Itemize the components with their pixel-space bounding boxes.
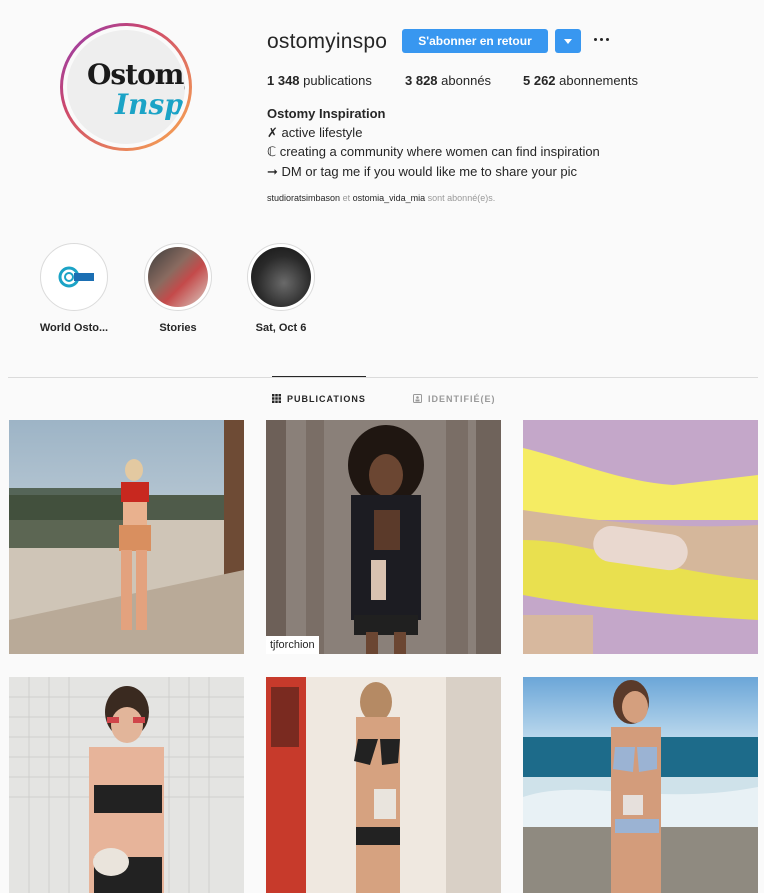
stat-followers[interactable]: 3 828 abonnés: [405, 73, 491, 88]
posts-count: 1 348: [267, 73, 300, 88]
followers-label: abonnés: [441, 73, 492, 88]
avatar-logo-subtext: Inspo: [115, 88, 185, 121]
highlight-label: Stories: [159, 322, 197, 334]
stat-following[interactable]: 5 262 abonnements: [523, 73, 638, 88]
world-ostomy-logo: [58, 266, 94, 288]
post-tile[interactable]: [266, 677, 501, 893]
highlight-stories[interactable]: Stories: [143, 243, 213, 334]
following-label: abonnements: [559, 73, 638, 88]
tab-tagged[interactable]: IDENTIFIÉ(E): [413, 394, 496, 404]
tagged-icon: [413, 394, 422, 403]
highlight-world-ostomy[interactable]: World Osto...: [39, 243, 109, 334]
suggestions-dropdown-button[interactable]: [555, 29, 581, 53]
post-image: [9, 420, 244, 654]
profile-username: ostomyinspo: [267, 30, 388, 53]
followed-by-user-1[interactable]: studioratsimbason: [267, 193, 340, 203]
post-image: [266, 677, 501, 893]
highlight-label: Sat, Oct 6: [255, 322, 307, 334]
followed-by-user-2[interactable]: ostomia_vida_mia: [353, 193, 426, 203]
post-tag: tjforchion: [266, 636, 319, 654]
avatar-logo-text: Ostomy: [87, 58, 185, 91]
bio-line-2: ℂ creating a community where women can f…: [267, 144, 600, 159]
following-count: 5 262: [523, 73, 556, 88]
posts-label: publications: [303, 73, 372, 88]
followers-count: 3 828: [405, 73, 438, 88]
post-tile[interactable]: tjforchion: [266, 420, 501, 654]
more-options-icon[interactable]: [592, 28, 612, 48]
stat-posts: 1 348 publications: [267, 73, 372, 88]
tabs-divider: [8, 377, 758, 378]
chevron-down-icon: [564, 39, 572, 44]
bio-line-3: ➞ DM or tag me if you would like me to s…: [267, 164, 578, 179]
tab-publications-label: PUBLICATIONS: [287, 394, 366, 404]
post-image: [266, 420, 501, 654]
bio-full-name: Ostomy Inspiration: [267, 106, 386, 121]
post-tile[interactable]: [9, 677, 244, 893]
tab-publications[interactable]: PUBLICATIONS: [272, 394, 366, 404]
highlight-label: World Osto...: [39, 322, 109, 334]
post-tile[interactable]: [523, 420, 758, 654]
followed-by: studioratsimbason et ostomia_vida_mia so…: [267, 193, 496, 203]
post-image: [523, 420, 758, 654]
follow-back-button[interactable]: S'abonner en retour: [402, 29, 548, 53]
post-image: [9, 677, 244, 893]
profile-avatar[interactable]: Ostomy Inspo: [60, 23, 192, 151]
active-tab-indicator: [272, 376, 366, 377]
bio-line-1: ✗ active lifestyle: [267, 125, 363, 140]
highlight-sat-oct-6[interactable]: Sat, Oct 6: [246, 243, 316, 334]
post-tile[interactable]: [523, 677, 758, 893]
post-tile[interactable]: [9, 420, 244, 654]
grid-icon: [272, 394, 281, 403]
tab-tagged-label: IDENTIFIÉ(E): [428, 394, 496, 404]
post-image: [523, 677, 758, 893]
